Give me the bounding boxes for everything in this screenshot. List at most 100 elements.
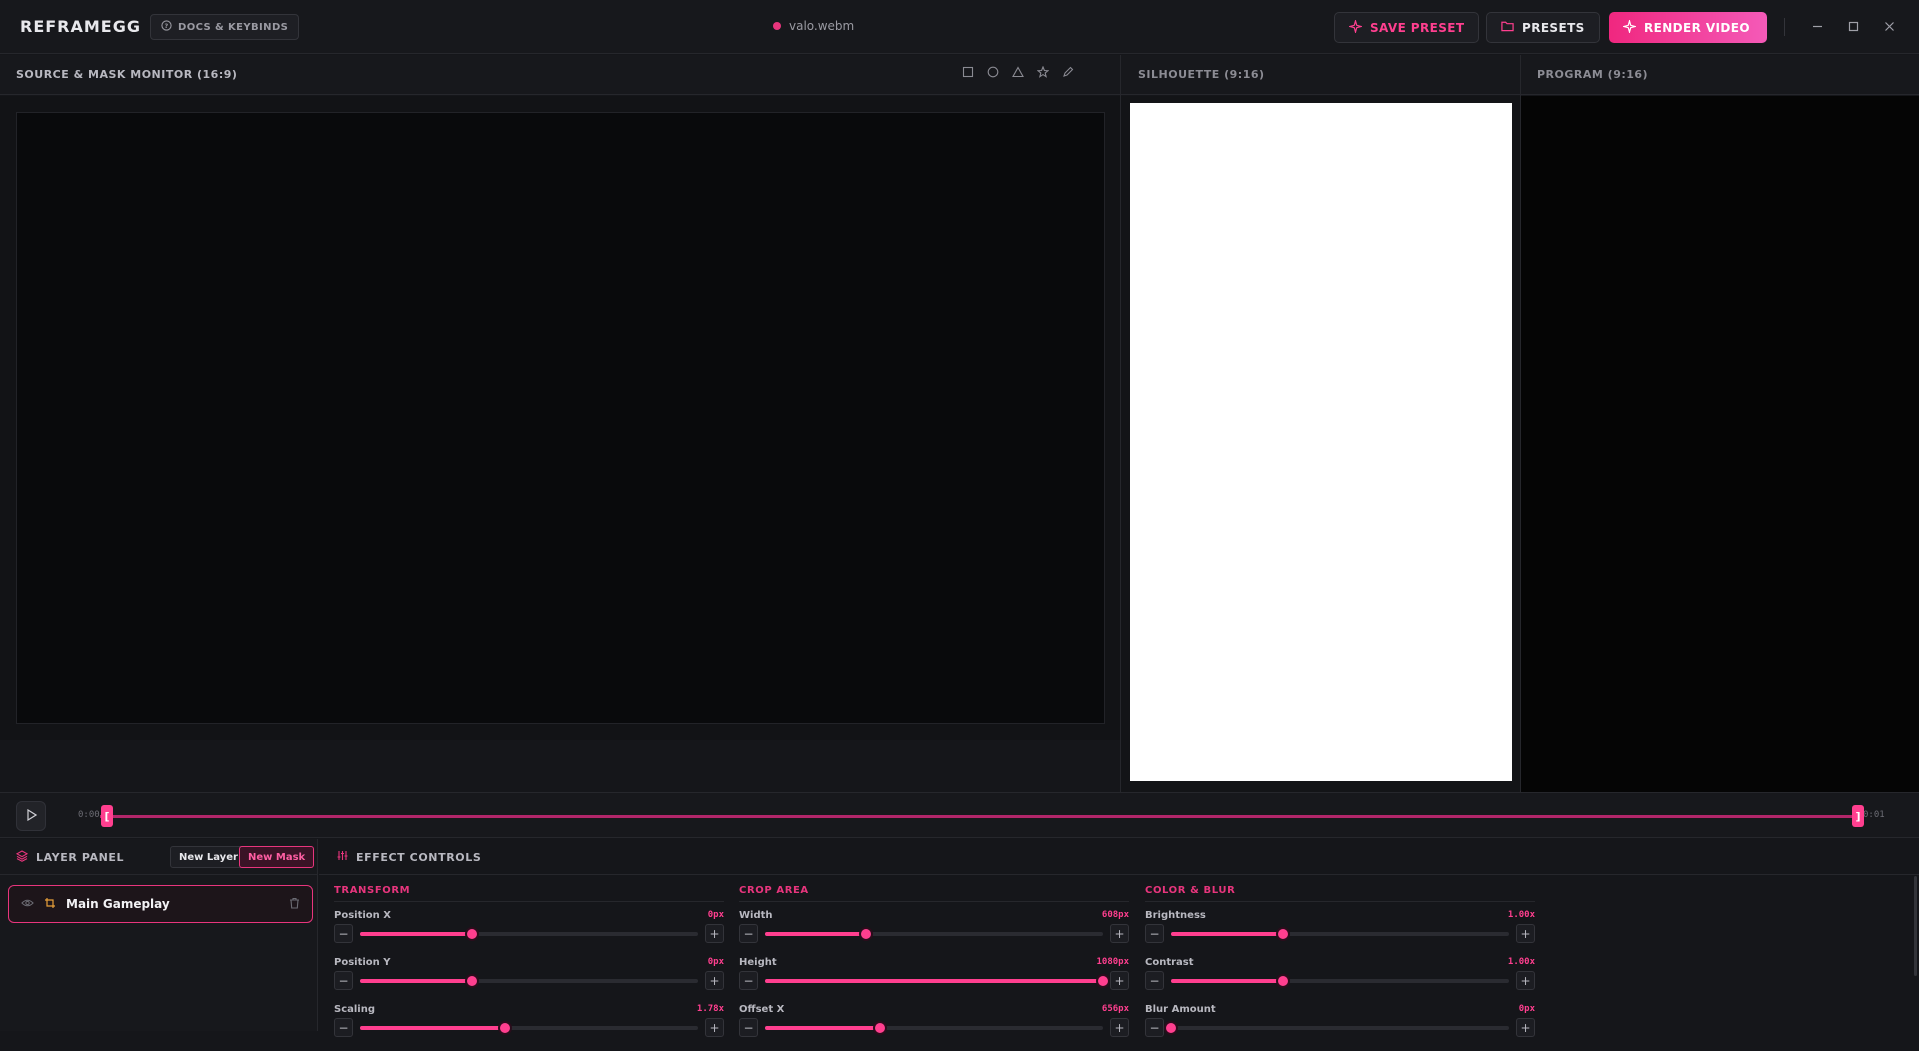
transform-section: TRANSFORM Position X 0px − + Position Y 0px −… — [334, 885, 724, 1051]
decrement-button[interactable]: − — [739, 971, 758, 990]
slider-track[interactable] — [1171, 974, 1509, 988]
increment-button[interactable]: + — [705, 1018, 724, 1037]
slider-knob[interactable] — [1275, 927, 1290, 941]
play-icon — [26, 808, 37, 824]
layer-panel-header: LAYER PANEL New Layer New Mask — [0, 839, 318, 875]
decrement-button[interactable]: − — [1145, 924, 1164, 943]
layer-panel-title-row: LAYER PANEL — [15, 850, 124, 865]
control-brightness: Brightness 1.00x − + — [1145, 910, 1535, 957]
slider-track[interactable] — [360, 1021, 698, 1035]
control-value: 0px — [707, 910, 724, 920]
increment-button[interactable]: + — [1110, 1018, 1129, 1037]
slider-track[interactable] — [360, 927, 698, 941]
increment-button[interactable]: + — [1516, 1018, 1535, 1037]
control-width: Width 608px − + — [739, 910, 1129, 957]
slider-track[interactable] — [765, 974, 1110, 988]
timecode-start: 0:00 — [78, 810, 100, 820]
color-blur-section: COLOR & BLUR Brightness 1.00x − + Contrast 1… — [1145, 885, 1535, 1051]
trash-icon[interactable] — [289, 897, 300, 912]
slider-knob[interactable] — [872, 1021, 887, 1035]
circle-icon[interactable] — [987, 66, 999, 82]
new-mask-button[interactable]: New Mask — [239, 846, 315, 868]
pen-icon[interactable] — [1062, 66, 1074, 82]
effect-controls-header: EFFECT CONTROLS — [319, 839, 1919, 875]
sparkle-icon — [1621, 18, 1638, 36]
program-title: PROGRAM (9:16) — [1537, 68, 1649, 81]
source-monitor-header: SOURCE & MASK MONITOR (16:9) — [0, 55, 1120, 95]
increment-button[interactable]: + — [1110, 971, 1129, 990]
svg-text:?: ? — [164, 22, 168, 30]
crop-area-section: CROP AREA Width 608px − + Height 1080px − + Of… — [739, 885, 1129, 1051]
increment-button[interactable]: + — [705, 971, 724, 990]
source-monitor-title: SOURCE & MASK MONITOR (16:9) — [16, 68, 238, 81]
slider-track[interactable] — [765, 1021, 1103, 1035]
sparkle-icon — [1347, 18, 1364, 36]
increment-button[interactable]: + — [705, 924, 724, 943]
slider-knob[interactable] — [1164, 1021, 1178, 1035]
slider-knob[interactable] — [498, 1021, 513, 1035]
slider-knob[interactable] — [464, 927, 479, 941]
control-value: 608px — [1101, 910, 1129, 920]
slider-fill — [765, 979, 1103, 983]
render-video-button[interactable]: RENDER VIDEO — [1609, 12, 1767, 43]
eye-icon[interactable] — [21, 897, 34, 911]
silhouette-header: SILHOUETTE (9:16) — [1121, 55, 1520, 95]
slider-knob[interactable] — [1275, 974, 1290, 988]
decrement-button[interactable]: − — [739, 924, 758, 943]
control-blur-amount: Blur Amount 0px − + — [1145, 1004, 1535, 1051]
decrement-button[interactable]: − — [334, 1018, 353, 1037]
trim-out-handle[interactable]: ] — [1852, 805, 1864, 827]
decrement-button[interactable]: − — [739, 1018, 758, 1037]
decrement-button[interactable]: − — [1145, 971, 1164, 990]
decrement-button[interactable]: − — [334, 924, 353, 943]
decrement-button[interactable]: − — [334, 971, 353, 990]
slider-track[interactable] — [1171, 927, 1509, 941]
timeline: 0:00 0:01 [ ] — [0, 792, 1919, 838]
minimize-icon[interactable] — [1808, 17, 1826, 35]
crop-icon — [44, 897, 56, 912]
source-canvas[interactable] — [16, 112, 1105, 724]
increment-button[interactable]: + — [1110, 924, 1129, 943]
control-position-x: Position X 0px − + — [334, 910, 724, 957]
effects-scrollbar[interactable] — [1914, 876, 1917, 976]
slider-track[interactable] — [765, 927, 1103, 941]
close-icon[interactable] — [1880, 17, 1898, 35]
trim-in-handle[interactable]: [ — [101, 805, 113, 827]
docs-button[interactable]: ? DOCS & KEYBINDS — [150, 14, 300, 40]
slider-fill — [1171, 932, 1283, 936]
slider-fill — [360, 979, 472, 983]
rectangle-icon[interactable] — [962, 66, 974, 82]
control-label: Position Y — [334, 957, 391, 968]
decrement-button[interactable]: − — [1145, 1018, 1164, 1037]
timeline-track[interactable] — [100, 815, 1862, 818]
file-indicator: valo.webm — [773, 19, 854, 33]
presets-label: PRESETS — [1522, 20, 1585, 35]
star-icon[interactable] — [1036, 65, 1050, 82]
slider-knob[interactable] — [859, 927, 874, 941]
folder-icon — [1501, 20, 1514, 35]
effect-controls-panel: EFFECT CONTROLS TRANSFORM Position X 0px −… — [319, 839, 1919, 1037]
control-value: 1.78x — [696, 1004, 724, 1014]
source-monitor — [0, 96, 1120, 740]
triangle-icon[interactable] — [1012, 66, 1024, 82]
program-monitor — [1521, 96, 1919, 792]
play-button[interactable] — [16, 801, 46, 831]
control-label: Width — [739, 910, 773, 921]
layer-panel: LAYER PANEL New Layer New Mask Main Game… — [0, 839, 318, 1031]
control-contrast: Contrast 1.00x − + — [1145, 957, 1535, 1004]
slider-fill — [765, 932, 867, 936]
save-preset-button[interactable]: SAVE PRESET — [1334, 12, 1480, 43]
slider-track[interactable] — [360, 974, 698, 988]
layer-item[interactable]: Main Gameplay — [8, 885, 313, 923]
help-icon: ? — [161, 20, 172, 34]
control-value: 0px — [1518, 1004, 1535, 1014]
control-value: 0px — [707, 957, 724, 967]
increment-button[interactable]: + — [1516, 924, 1535, 943]
slider-track[interactable] — [1164, 1021, 1509, 1035]
presets-button[interactable]: PRESETS — [1486, 12, 1600, 43]
slider-knob[interactable] — [1096, 974, 1110, 988]
increment-button[interactable]: + — [1516, 971, 1535, 990]
maximize-icon[interactable] — [1844, 17, 1862, 35]
new-layer-button[interactable]: New Layer — [170, 846, 247, 868]
slider-knob[interactable] — [464, 974, 479, 988]
